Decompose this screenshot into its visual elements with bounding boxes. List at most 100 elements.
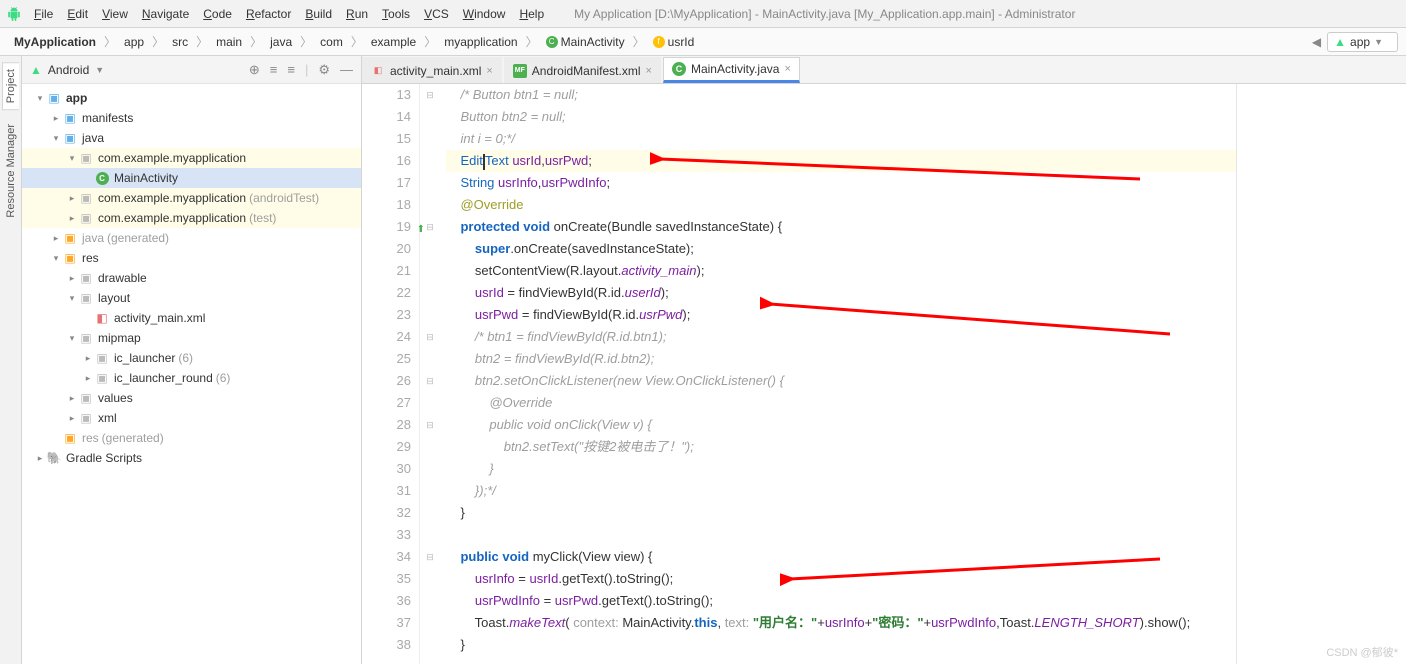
code-line[interactable]: btn2 = findViewById(R.id.btn2); [446, 348, 1236, 370]
line-number[interactable]: 30 [362, 458, 411, 480]
code-line[interactable] [446, 524, 1236, 546]
code-line[interactable]: @Override [446, 392, 1236, 414]
code-line[interactable]: usrInfo = usrId.getText().toString(); [446, 568, 1236, 590]
fold-toggle[interactable] [420, 128, 440, 150]
fold-toggle[interactable]: ⊟ [420, 370, 440, 392]
code-line[interactable]: /* Button btn1 = null; [446, 84, 1236, 106]
line-number[interactable]: 21 [362, 260, 411, 282]
tree-node-activity-main-xml[interactable]: ◧activity_main.xml [22, 308, 361, 328]
breadcrumb-usrid[interactable]: fusrId [647, 33, 701, 51]
line-number[interactable]: 26 [362, 370, 411, 392]
code-line[interactable]: } [446, 502, 1236, 524]
line-number[interactable]: 35 [362, 568, 411, 590]
code-line[interactable]: /* btn1 = findViewById(R.id.btn1); [446, 326, 1236, 348]
dropdown-icon[interactable]: ▼ [95, 65, 104, 75]
code-line[interactable]: protected void onCreate(Bundle savedInst… [446, 216, 1236, 238]
code-line[interactable]: public void onClick(View v) { [446, 414, 1236, 436]
tree-node-package-main[interactable]: ▾▣com.example.myapplication [22, 148, 361, 168]
code-line[interactable]: usrId = findViewById(R.id.userId); [446, 282, 1236, 304]
fold-toggle[interactable]: ⊟ [420, 84, 440, 106]
menu-help[interactable]: Help [513, 5, 550, 23]
line-number[interactable]: 22 [362, 282, 411, 304]
tree-node-mipmap[interactable]: ▾▣mipmap [22, 328, 361, 348]
breadcrumb-example[interactable]: example [365, 33, 422, 51]
menu-window[interactable]: Window [457, 5, 512, 23]
resource-manager-tool-tab[interactable]: Resource Manager [3, 118, 19, 224]
breadcrumb-mainactivity[interactable]: CMainActivity [540, 33, 631, 51]
code-line[interactable]: btn2.setText("按键2被电击了！"); [446, 436, 1236, 458]
tree-node-app[interactable]: ▾▣app [22, 88, 361, 108]
override-marker-icon[interactable]: ⬆ [417, 219, 425, 241]
line-number[interactable]: 27 [362, 392, 411, 414]
menu-build[interactable]: Build [299, 5, 338, 23]
line-number[interactable]: 28 [362, 414, 411, 436]
menu-run[interactable]: Run [340, 5, 374, 23]
close-icon[interactable]: × [646, 65, 652, 77]
fold-toggle[interactable] [420, 150, 440, 172]
tree-node-ic-launcher-round[interactable]: ▸▣ic_launcher_round (6) [22, 368, 361, 388]
build-target-icon[interactable]: ◀ [1312, 35, 1321, 49]
line-number[interactable]: 36 [362, 590, 411, 612]
code-line[interactable]: int i = 0;*/ [446, 128, 1236, 150]
code-line[interactable]: @Override [446, 194, 1236, 216]
line-number[interactable]: 13 [362, 84, 411, 106]
fold-toggle[interactable] [420, 282, 440, 304]
fold-toggle[interactable] [420, 194, 440, 216]
close-icon[interactable]: × [784, 63, 790, 75]
tree-node-ic-launcher[interactable]: ▸▣ic_launcher (6) [22, 348, 361, 368]
fold-toggle[interactable] [420, 304, 440, 326]
tree-node-values[interactable]: ▸▣values [22, 388, 361, 408]
fold-toggle[interactable] [420, 172, 440, 194]
line-number[interactable]: 38 [362, 634, 411, 656]
code-line[interactable]: EditText usrId,usrPwd; [446, 150, 1236, 172]
collapse-all-icon[interactable]: ≡ [287, 62, 295, 77]
line-number[interactable]: 34 [362, 546, 411, 568]
menu-edit[interactable]: Edit [61, 5, 94, 23]
fold-toggle[interactable] [420, 106, 440, 128]
line-number[interactable]: 24 [362, 326, 411, 348]
line-number[interactable]: 29 [362, 436, 411, 458]
tree-node-layout[interactable]: ▾▣layout [22, 288, 361, 308]
code-line[interactable]: btn2.setOnClickListener(new View.OnClick… [446, 370, 1236, 392]
tree-node-java[interactable]: ▾▣java [22, 128, 361, 148]
tree-node-main-activity[interactable]: CMainActivity [22, 168, 361, 188]
code-line[interactable]: } [446, 634, 1236, 656]
menu-view[interactable]: View [96, 5, 134, 23]
breadcrumb-main[interactable]: main [210, 33, 248, 51]
tree-node-package-test[interactable]: ▸▣com.example.myapplication (test) [22, 208, 361, 228]
fold-toggle[interactable]: ⊟ [420, 414, 440, 436]
line-number[interactable]: 31 [362, 480, 411, 502]
close-icon[interactable]: × [486, 65, 492, 77]
code-line[interactable]: public void myClick(View view) { [446, 546, 1236, 568]
tree-node-res[interactable]: ▾▣res [22, 248, 361, 268]
menu-refactor[interactable]: Refactor [240, 5, 297, 23]
hide-icon[interactable]: — [340, 62, 353, 77]
code-line[interactable]: });*/ [446, 480, 1236, 502]
fold-toggle[interactable]: ⊟ [420, 326, 440, 348]
line-number[interactable]: 14 [362, 106, 411, 128]
gutter[interactable]: 13141516171819⬆2021222324252627282930313… [362, 84, 420, 664]
code-line[interactable]: super.onCreate(savedInstanceState); [446, 238, 1236, 260]
breadcrumb-com[interactable]: com [314, 33, 349, 51]
breadcrumb-myapplication[interactable]: myapplication [438, 33, 523, 51]
breadcrumb-java[interactable]: java [264, 33, 298, 51]
tree-node-gradle-scripts[interactable]: ▸🐘Gradle Scripts [22, 448, 361, 468]
code-content[interactable]: /* Button btn1 = null; Button btn2 = nul… [440, 84, 1236, 664]
line-number[interactable]: 19⬆ [362, 216, 411, 238]
fold-toggle[interactable] [420, 524, 440, 546]
code-line[interactable]: String usrInfo,usrPwdInfo; [446, 172, 1236, 194]
editor-tab[interactable]: ◧activity_main.xml× [362, 57, 502, 83]
tree-node-java-generated[interactable]: ▸▣java (generated) [22, 228, 361, 248]
line-number[interactable]: 17 [362, 172, 411, 194]
breadcrumb-app[interactable]: app [118, 33, 150, 51]
code-line[interactable]: Button btn2 = null; [446, 106, 1236, 128]
line-number[interactable]: 25 [362, 348, 411, 370]
tree-node-manifests[interactable]: ▸▣manifests [22, 108, 361, 128]
fold-toggle[interactable] [420, 502, 440, 524]
select-opened-file-icon[interactable]: ⊕ [249, 62, 260, 78]
project-tree[interactable]: ▾▣app ▸▣manifests ▾▣java ▾▣com.example.m… [22, 84, 361, 472]
settings-icon[interactable]: ⚙ [318, 62, 330, 78]
editor-tab[interactable]: MFAndroidManifest.xml× [504, 57, 661, 83]
tree-node-drawable[interactable]: ▸▣drawable [22, 268, 361, 288]
line-number[interactable]: 33 [362, 524, 411, 546]
